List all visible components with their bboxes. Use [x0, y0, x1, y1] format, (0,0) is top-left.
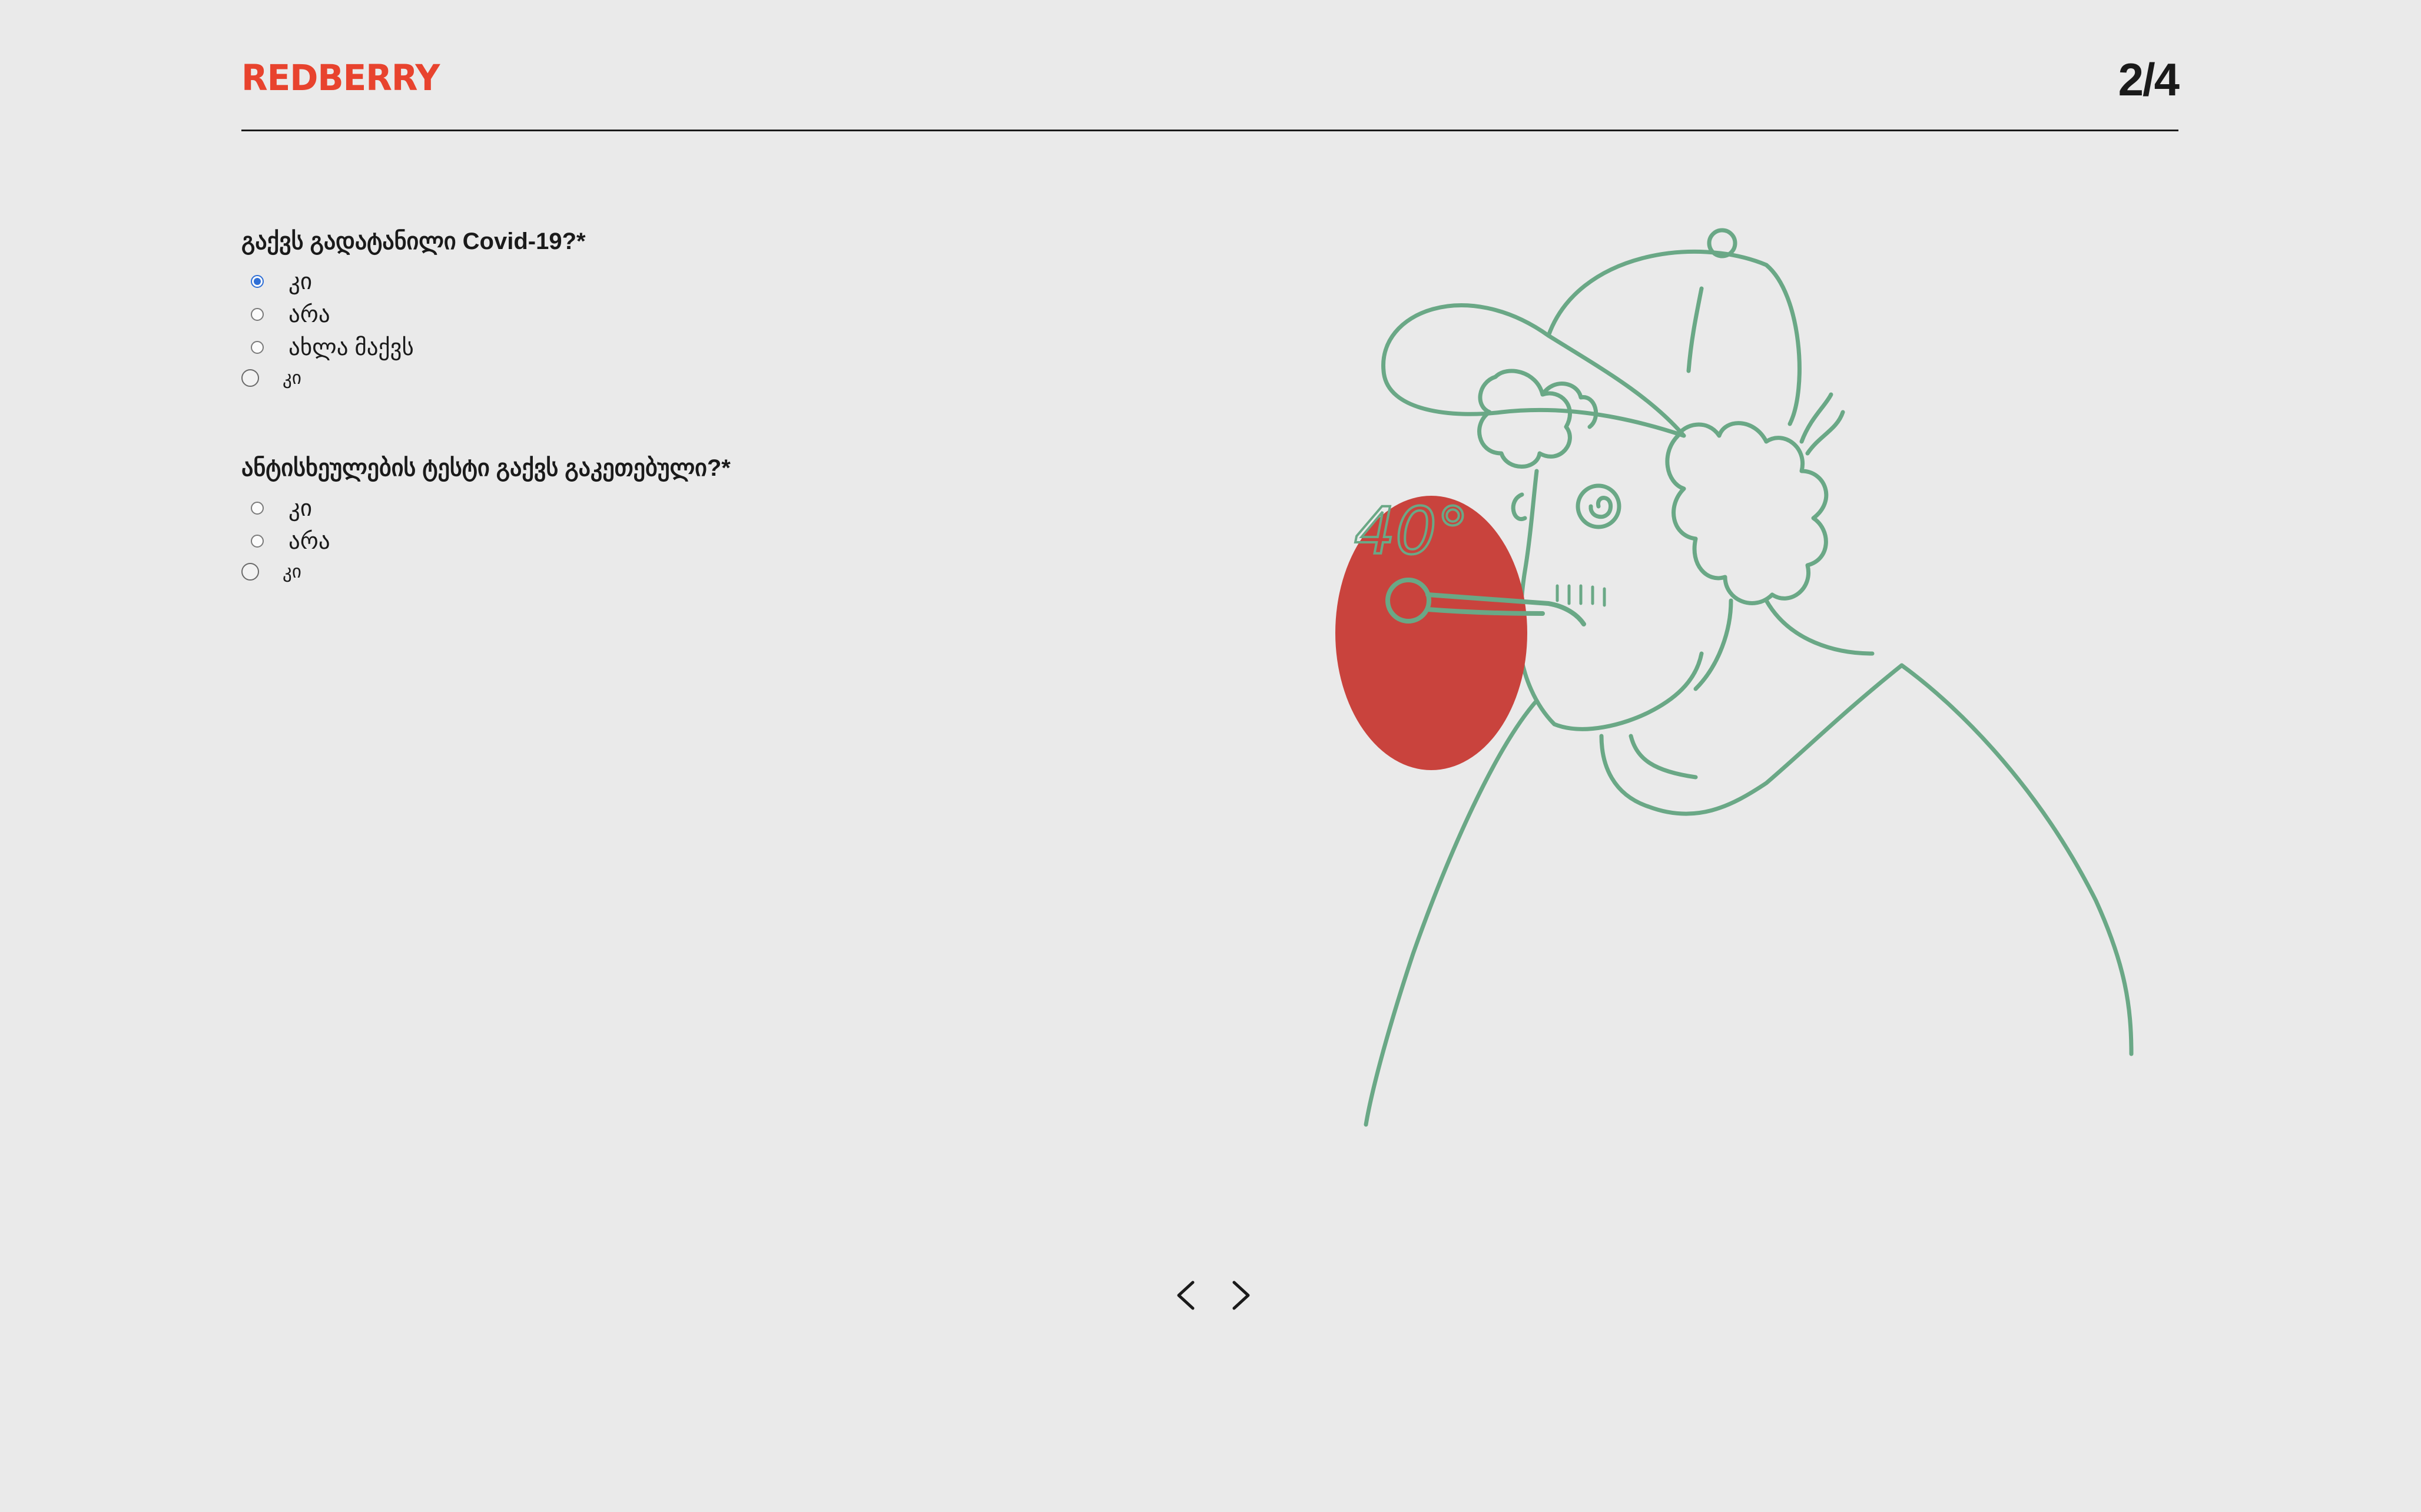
radio-option-extra[interactable]: კი [241, 364, 586, 392]
question-title: გაქვს გადატანილი Covid-19?* [241, 228, 586, 254]
radio-button[interactable] [251, 502, 264, 515]
chevron-left-icon [1177, 1281, 1195, 1310]
radio-button[interactable] [241, 563, 259, 581]
pagination-nav [1169, 1272, 1258, 1319]
option-label: არა [288, 528, 330, 554]
radio-button[interactable] [251, 308, 264, 321]
next-button[interactable] [1225, 1275, 1258, 1316]
covid-question: გაქვს გადატანილი Covid-19?* კი არა ახლა … [241, 224, 586, 392]
option-label: კი [288, 268, 313, 294]
temperature-text: 40° [1354, 493, 1469, 569]
radio-option-extra[interactable]: კი [241, 558, 731, 586]
option-label: ახლა მაქვს [288, 334, 414, 360]
covid-illustration: 40° [1319, 218, 2155, 1136]
radio-button[interactable] [251, 275, 264, 288]
option-label: არა [288, 301, 330, 327]
radio-button[interactable] [241, 369, 259, 387]
page-counter: 2/4 [2118, 54, 2180, 105]
option-label: კი [283, 367, 301, 388]
antibody-test-question: ანტისხეულების ტესტი გაქვს გაკეთებული?* კ… [241, 450, 731, 586]
radio-option-no[interactable]: არა [241, 525, 731, 558]
option-label: კი [288, 495, 313, 521]
question-title: ანტისხეულების ტესტი გაქვს გაკეთებული?* [241, 455, 731, 481]
radio-option-yes[interactable]: კი [241, 265, 586, 298]
radio-option-have-now[interactable]: ახლა მაქვს [241, 331, 586, 364]
radio-button[interactable] [251, 535, 264, 548]
radio-button[interactable] [251, 341, 264, 354]
person-with-thermometer-drawing: 40° [1335, 228, 2134, 1127]
prev-button[interactable] [1169, 1275, 1202, 1316]
redberry-logo[interactable]: REDBERRY [241, 57, 440, 98]
page-header: REDBERRY 2/4 [241, 53, 2180, 131]
radio-option-no[interactable]: არა [241, 298, 586, 331]
radio-option-yes[interactable]: კი [241, 492, 731, 525]
option-label: კი [283, 561, 301, 582]
chevron-right-icon [1232, 1281, 1250, 1310]
